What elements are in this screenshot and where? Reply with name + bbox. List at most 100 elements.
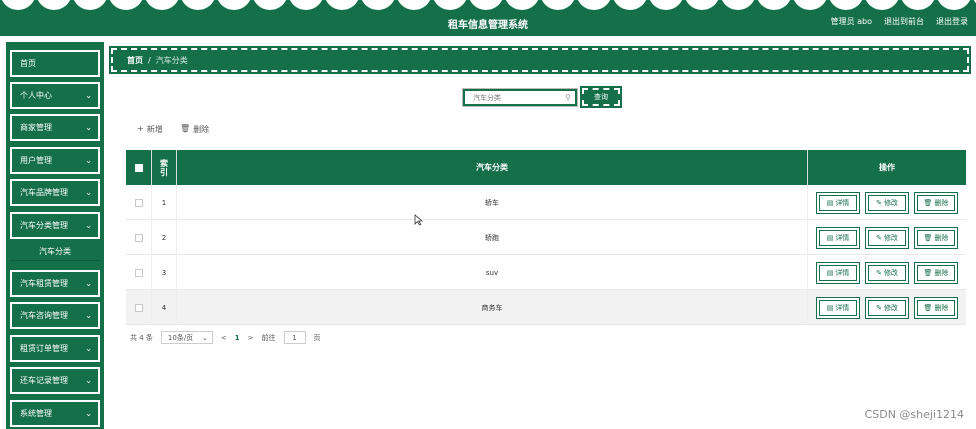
batch-delete-button[interactable]: 🗑 删除	[180, 124, 209, 135]
chevron-down-icon: ⌄	[85, 376, 92, 385]
table-header: 索引 汽车分类 操作	[126, 150, 966, 185]
detail-button[interactable]: ▤ 详情	[816, 296, 860, 319]
chevron-down-icon: ⌄	[85, 409, 92, 418]
trash-icon: 🗑	[923, 303, 933, 312]
edit-button[interactable]: ✎ 修改	[865, 191, 909, 214]
chevron-down-icon: ⌄	[85, 188, 92, 197]
page-size-select[interactable]: 10条/页 ⌄	[160, 331, 213, 344]
page-number-current[interactable]: 1	[235, 334, 240, 342]
search-button[interactable]: 查询	[580, 86, 622, 108]
select-all-checkbox[interactable]	[134, 163, 143, 172]
category-table: 索引 汽车分类 操作 1 轿车 ▤ 详情 ✎ 修改 🗑 删除 2 轿跑 ▤ 详情…	[126, 150, 966, 325]
search-field[interactable]: ⚲	[462, 88, 578, 107]
sidebar-item-merchant[interactable]: 商家管理 ⌄	[10, 114, 100, 141]
pagination-total: 共 4 条	[130, 333, 153, 342]
batch-delete-label: 删除	[193, 125, 210, 134]
header-ops-label: 操作	[879, 163, 895, 172]
chevron-down-icon: ⌄	[85, 279, 92, 288]
sidebar-item-car-category[interactable]: 汽车分类管理 ⌄	[10, 212, 100, 239]
row-index: 3	[161, 268, 167, 277]
row-category-name: 轿跑	[485, 233, 499, 242]
breadcrumb-separator: /	[148, 55, 151, 65]
sidebar-item-car-brand[interactable]: 汽车品牌管理 ⌄	[10, 179, 100, 206]
sidebar: 首页 个人中心 ⌄ 商家管理 ⌄ 用户管理 ⌄ 汽车品牌管理 ⌄ 汽车分类管理 …	[6, 42, 104, 429]
sidebar-item-users[interactable]: 用户管理 ⌄	[10, 147, 100, 174]
sidebar-item-return-records[interactable]: 还车记录管理 ⌄	[10, 367, 100, 394]
row-checkbox[interactable]	[134, 303, 143, 312]
detail-icon: ▤	[826, 198, 834, 207]
trash-icon: 🗑	[923, 268, 933, 277]
chevron-down-icon: ⌄	[85, 156, 92, 165]
detail-button[interactable]: ▤ 详情	[816, 226, 860, 249]
row-index: 2	[161, 233, 167, 242]
breadcrumb-home[interactable]: 首页	[127, 55, 143, 66]
chevron-down-icon: ⌄	[85, 123, 92, 132]
pagination: 共 4 条 10条/页 ⌄ < 1 > 前往 1 页	[130, 331, 321, 344]
sidebar-item-label: 汽车租赁管理	[20, 279, 68, 288]
detail-button[interactable]: ▤ 详情	[816, 261, 860, 284]
edit-icon: ✎	[876, 233, 882, 242]
detail-icon: ▤	[826, 303, 834, 312]
edit-icon: ✎	[876, 198, 882, 207]
sidebar-item-rental-orders[interactable]: 租赁订单管理 ⌄	[10, 335, 100, 362]
sidebar-item-label: 商家管理	[20, 123, 52, 132]
row-category-name: suv	[485, 268, 499, 277]
table-row: 2 轿跑 ▤ 详情 ✎ 修改 🗑 删除	[126, 220, 966, 255]
sidebar-subitem-label: 汽车分类	[39, 247, 71, 256]
header-actions: 管理员 abo 退出到前台 退出登录	[831, 16, 968, 27]
detail-icon: ▤	[826, 268, 834, 277]
mouse-cursor-icon	[414, 214, 424, 226]
row-category-name: 商务车	[481, 303, 503, 312]
search-input[interactable]	[473, 93, 563, 102]
search-icon: ⚲	[565, 93, 571, 102]
goto-suffix: 页	[313, 333, 321, 342]
goto-label: 前往	[261, 333, 276, 342]
prev-page-button[interactable]: <	[221, 334, 227, 342]
delete-button[interactable]: 🗑 删除	[914, 261, 958, 284]
detail-icon: ▤	[826, 233, 834, 242]
header-index-label: 索引	[160, 158, 168, 177]
table-row: 4 商务车 ▤ 详情 ✎ 修改 🗑 删除	[126, 290, 966, 325]
goto-page-input[interactable]: 1	[283, 331, 306, 344]
chevron-down-icon: ⌄	[85, 311, 92, 320]
delete-button[interactable]: 🗑 删除	[914, 191, 958, 214]
back-to-front-link[interactable]: 退出到前台	[884, 16, 924, 27]
edit-button[interactable]: ✎ 修改	[865, 261, 909, 284]
edit-button[interactable]: ✎ 修改	[865, 226, 909, 249]
header-name-cell: 汽车分类	[177, 150, 808, 185]
next-page-button[interactable]: >	[248, 334, 254, 342]
row-index: 4	[161, 303, 167, 312]
app-root: 租车信息管理系统 管理员 abo 退出到前台 退出登录 首页 个人中心 ⌄ 商家…	[0, 0, 976, 429]
add-button[interactable]: + 新增	[137, 124, 163, 135]
page-size-value: 10条/页	[167, 333, 194, 342]
sidebar-item-car-inquiry[interactable]: 汽车咨询管理 ⌄	[10, 302, 100, 329]
sidebar-item-label: 租赁订单管理	[20, 344, 68, 353]
table-row: 1 轿车 ▤ 详情 ✎ 修改 🗑 删除	[126, 185, 966, 220]
sidebar-item-personal-center[interactable]: 个人中心 ⌄	[10, 82, 100, 109]
delete-button[interactable]: 🗑 删除	[914, 226, 958, 249]
user-label: 管理员 abo	[830, 17, 872, 26]
sidebar-item-label: 个人中心	[20, 91, 52, 100]
sidebar-subitem-car-category[interactable]: 汽车分类	[10, 243, 100, 261]
sidebar-item-label: 用户管理	[20, 156, 52, 165]
edit-button[interactable]: ✎ 修改	[865, 296, 909, 319]
header-checkbox-cell	[126, 150, 152, 185]
row-checkbox[interactable]	[134, 268, 143, 277]
sidebar-item-label: 还车记录管理	[20, 376, 68, 385]
watermark: CSDN @sheji1214	[864, 408, 964, 421]
chevron-down-icon: ⌄	[202, 333, 208, 342]
breadcrumb: 首页 / 汽车分类	[109, 46, 971, 74]
breadcrumb-current: 汽车分类	[155, 55, 188, 65]
row-checkbox[interactable]	[134, 233, 143, 242]
detail-button[interactable]: ▤ 详情	[816, 191, 860, 214]
logout-link[interactable]: 退出登录	[936, 16, 968, 27]
sidebar-item-label: 首页	[20, 59, 36, 68]
row-checkbox[interactable]	[134, 198, 143, 207]
delete-button[interactable]: 🗑 删除	[914, 296, 958, 319]
sidebar-item-car-rental[interactable]: 汽车租赁管理 ⌄	[10, 270, 100, 297]
trash-icon: 🗑	[923, 198, 933, 207]
sidebar-item-system[interactable]: 系统管理 ⌄	[10, 400, 100, 427]
sidebar-item-label: 汽车分类管理	[20, 221, 68, 230]
sidebar-item-home[interactable]: 首页	[10, 50, 100, 77]
sidebar-item-label: 汽车品牌管理	[20, 188, 68, 197]
